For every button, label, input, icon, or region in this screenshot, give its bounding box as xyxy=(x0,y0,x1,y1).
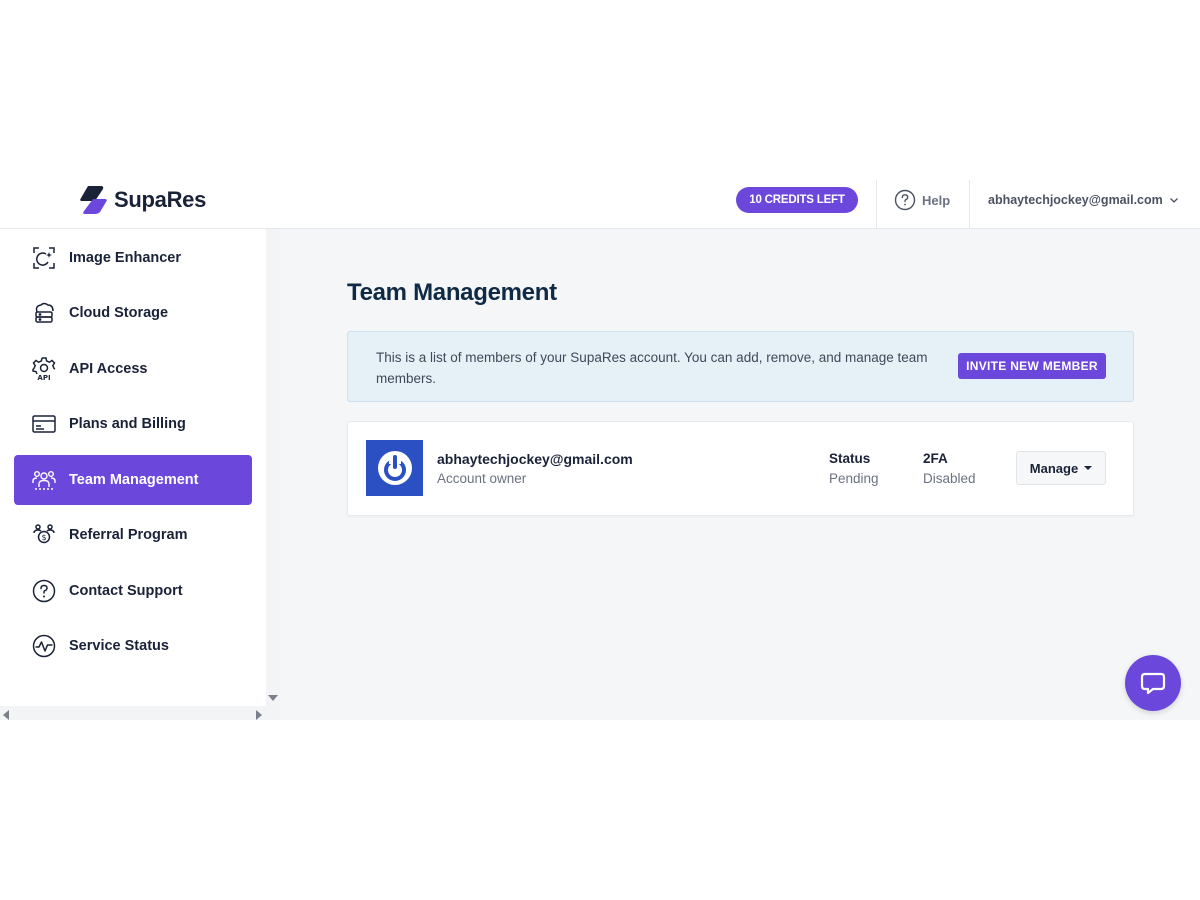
sidebar-item-label: Service Status xyxy=(69,638,169,654)
manage-dropdown-button[interactable]: Manage xyxy=(1016,451,1106,485)
user-account-menu[interactable]: abhaytechjockey@gmail.com xyxy=(988,193,1179,207)
header-divider xyxy=(876,180,877,229)
user-email: abhaytechjockey@gmail.com xyxy=(988,193,1163,207)
page-title: Team Management xyxy=(347,279,557,306)
invite-new-member-button[interactable]: INVITE NEW MEMBER xyxy=(958,353,1106,379)
chevron-down-icon xyxy=(1169,198,1178,203)
sidebar-item-plans-billing[interactable]: Plans and Billing xyxy=(14,399,252,449)
credits-badge[interactable]: 10 CREDITS LEFT xyxy=(736,187,858,213)
sidebar-item-label: Contact Support xyxy=(69,583,183,599)
info-text: This is a list of members of your SupaRe… xyxy=(376,350,928,386)
brand-name: SupaRes xyxy=(114,187,207,212)
app-window: SupaRes 10 CREDITS LEFT Help abhaytechjo… xyxy=(0,178,1200,720)
avatar xyxy=(366,440,423,496)
sidebar-item-label: API Access xyxy=(69,361,148,377)
chat-bubble-icon xyxy=(1140,672,1166,695)
sidebar-item-label: Cloud Storage xyxy=(69,305,169,321)
help-label: Help xyxy=(922,192,951,208)
suppares-logo-icon xyxy=(80,186,107,214)
scroll-left-arrow-icon[interactable] xyxy=(3,710,9,720)
sidebar-item-api-access[interactable]: API API Access xyxy=(14,344,252,394)
twofa-header: 2FA xyxy=(923,451,948,466)
sidebar-scrollbar[interactable] xyxy=(266,229,280,720)
sidebar-item-cloud-storage[interactable]: Cloud Storage xyxy=(14,288,252,338)
sidebar-item-label: Image Enhancer xyxy=(69,250,182,266)
main-content: Team Management This is a list of member… xyxy=(280,229,1200,720)
help-button[interactable]: Help xyxy=(894,189,950,211)
sidebar-item-label: Team Management xyxy=(69,472,199,488)
sidebar-item-team-management[interactable]: Team Management xyxy=(14,455,252,505)
svg-text:$: $ xyxy=(41,533,46,542)
sidebar-item-referral-program[interactable]: $ Referral Program xyxy=(14,510,252,560)
svg-text:API: API xyxy=(37,374,50,382)
referral-icon: $ xyxy=(31,522,57,548)
member-role: Account owner xyxy=(437,471,527,486)
info-banner: This is a list of members of your SupaRe… xyxy=(347,331,1134,402)
sidebar-horizontal-scrollbar[interactable] xyxy=(0,706,266,720)
api-gear-icon: API xyxy=(31,356,57,382)
caret-down-icon xyxy=(1084,466,1093,470)
scroll-down-arrow-icon[interactable] xyxy=(268,695,278,701)
member-row: abhaytechjockey@gmail.com Account owner … xyxy=(347,421,1134,516)
help-circle-icon xyxy=(894,189,916,211)
sidebar-item-contact-support[interactable]: Contact Support xyxy=(14,566,252,616)
billing-card-icon xyxy=(31,411,57,437)
sidebar-item-label: Referral Program xyxy=(69,527,188,543)
top-header: SupaRes 10 CREDITS LEFT Help abhaytechjo… xyxy=(0,178,1200,229)
status-value: Pending xyxy=(829,471,879,486)
manage-label: Manage xyxy=(1029,460,1079,476)
scroll-right-arrow-icon[interactable] xyxy=(256,710,262,720)
team-icon xyxy=(31,467,57,493)
image-enhancer-icon xyxy=(31,245,57,271)
power-logo-icon xyxy=(377,451,412,485)
sidebar-item-service-status[interactable]: Service Status xyxy=(14,621,252,671)
status-header: Status xyxy=(829,451,871,466)
status-pulse-icon xyxy=(31,633,57,659)
sidebar-item-label: Plans and Billing xyxy=(69,416,186,432)
member-email: abhaytechjockey@gmail.com xyxy=(437,451,633,467)
header-divider xyxy=(969,180,970,229)
sidebar: Image Enhancer Cloud Storage API API Acc… xyxy=(0,229,268,720)
chat-support-button[interactable] xyxy=(1125,655,1181,711)
twofa-value: Disabled xyxy=(923,471,976,486)
sidebar-item-image-enhancer[interactable]: Image Enhancer xyxy=(14,233,252,283)
question-circle-icon xyxy=(31,578,57,604)
brand-logo[interactable]: SupaRes xyxy=(79,185,206,215)
cloud-storage-icon xyxy=(31,300,57,326)
